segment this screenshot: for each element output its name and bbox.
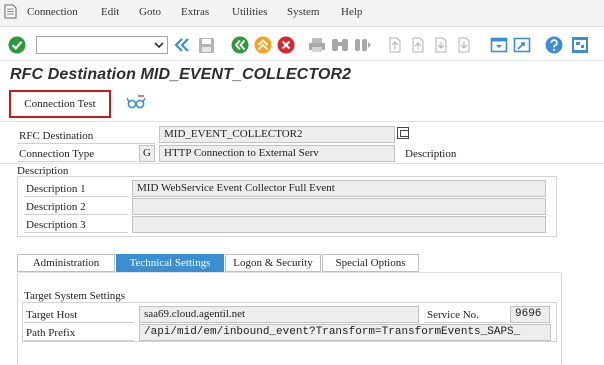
description-1-label: Description 1 bbox=[26, 183, 86, 195]
service-no-label: Service No. bbox=[427, 309, 479, 321]
rfc-destination-field[interactable]: MID_EVENT_COLLECTOR2 bbox=[159, 126, 395, 143]
connection-type-code-field[interactable]: G bbox=[139, 145, 155, 162]
target-system-group-title: Target System Settings bbox=[24, 290, 126, 302]
menu-edit[interactable]: Edit bbox=[101, 6, 119, 18]
save-icon[interactable] bbox=[197, 36, 215, 54]
divider bbox=[0, 121, 604, 122]
field-underline bbox=[24, 322, 134, 323]
first-page-icon[interactable] bbox=[386, 36, 404, 54]
description-2-label: Description 2 bbox=[26, 201, 86, 213]
command-field[interactable] bbox=[36, 36, 168, 54]
help-icon[interactable] bbox=[545, 36, 563, 54]
connection-type-label: Connection Type bbox=[19, 148, 95, 160]
previous-page-icon[interactable] bbox=[409, 36, 427, 54]
field-underline bbox=[24, 340, 134, 341]
tab-technical-settings[interactable]: Technical Settings bbox=[116, 254, 224, 272]
next-page-icon[interactable] bbox=[432, 36, 450, 54]
menu-extras[interactable]: Extras bbox=[181, 6, 209, 18]
enter-check-icon[interactable] bbox=[8, 36, 26, 54]
create-shortcut-icon[interactable] bbox=[513, 36, 531, 54]
window-menu-icon[interactable] bbox=[4, 4, 17, 19]
field-underline bbox=[17, 143, 155, 144]
description-1-field[interactable]: MID WebService Event Collector Full Even… bbox=[132, 180, 546, 197]
cancel-icon[interactable] bbox=[277, 36, 295, 54]
find-next-icon[interactable] bbox=[354, 36, 372, 54]
field-underline bbox=[24, 196, 128, 197]
description-inline-label: Description bbox=[405, 148, 457, 160]
field-underline bbox=[425, 322, 507, 323]
menu-system[interactable]: System bbox=[287, 6, 319, 18]
menu-connection[interactable]: Connection bbox=[27, 6, 78, 18]
field-underline bbox=[24, 214, 128, 215]
path-prefix-field[interactable]: /api/mid/em/inbound_event?Transform=Tran… bbox=[139, 324, 551, 341]
service-no-field[interactable]: 9696 bbox=[510, 306, 550, 323]
chevron-down-icon[interactable] bbox=[154, 40, 164, 50]
standard-toolbar bbox=[0, 28, 604, 61]
description-3-field[interactable] bbox=[132, 216, 546, 233]
customize-layout-icon[interactable] bbox=[571, 36, 589, 54]
path-prefix-label: Path Prefix bbox=[26, 327, 76, 339]
double-chevron-left-icon[interactable] bbox=[173, 36, 191, 54]
tab-logon-security[interactable]: Logon & Security bbox=[225, 254, 321, 272]
target-host-field[interactable]: saa69.cloud.agentil.net bbox=[139, 306, 419, 323]
divider bbox=[0, 163, 604, 164]
display-glasses-icon[interactable] bbox=[126, 95, 146, 114]
menu-goto[interactable]: Goto bbox=[139, 6, 161, 18]
target-host-label: Target Host bbox=[26, 309, 78, 321]
exit-icon[interactable] bbox=[254, 36, 272, 54]
menu-bar: Connection Edit Goto Extras Utilities Sy… bbox=[0, 0, 604, 27]
rfc-destination-label: RFC Destination bbox=[19, 130, 94, 142]
menu-help[interactable]: Help bbox=[341, 6, 362, 18]
create-session-icon[interactable] bbox=[490, 36, 508, 54]
tab-special-options[interactable]: Special Options bbox=[322, 254, 419, 272]
connection-type-text-field: HTTP Connection to External Serv bbox=[159, 145, 395, 162]
menu-utilities[interactable]: Utilities bbox=[232, 6, 267, 18]
connection-test-button[interactable]: Connection Test bbox=[9, 90, 111, 118]
copy-icon[interactable] bbox=[397, 127, 409, 139]
description-2-field[interactable] bbox=[132, 198, 546, 215]
field-underline bbox=[24, 232, 128, 233]
description-3-label: Description 3 bbox=[26, 219, 86, 231]
last-page-icon[interactable] bbox=[455, 36, 473, 54]
tab-administration[interactable]: Administration bbox=[17, 254, 115, 272]
print-icon[interactable] bbox=[308, 36, 326, 54]
page-title: RFC Destination MID_EVENT_COLLECTOR2 bbox=[10, 66, 352, 83]
back-icon[interactable] bbox=[231, 36, 249, 54]
find-icon[interactable] bbox=[331, 36, 349, 54]
field-underline bbox=[17, 161, 137, 162]
